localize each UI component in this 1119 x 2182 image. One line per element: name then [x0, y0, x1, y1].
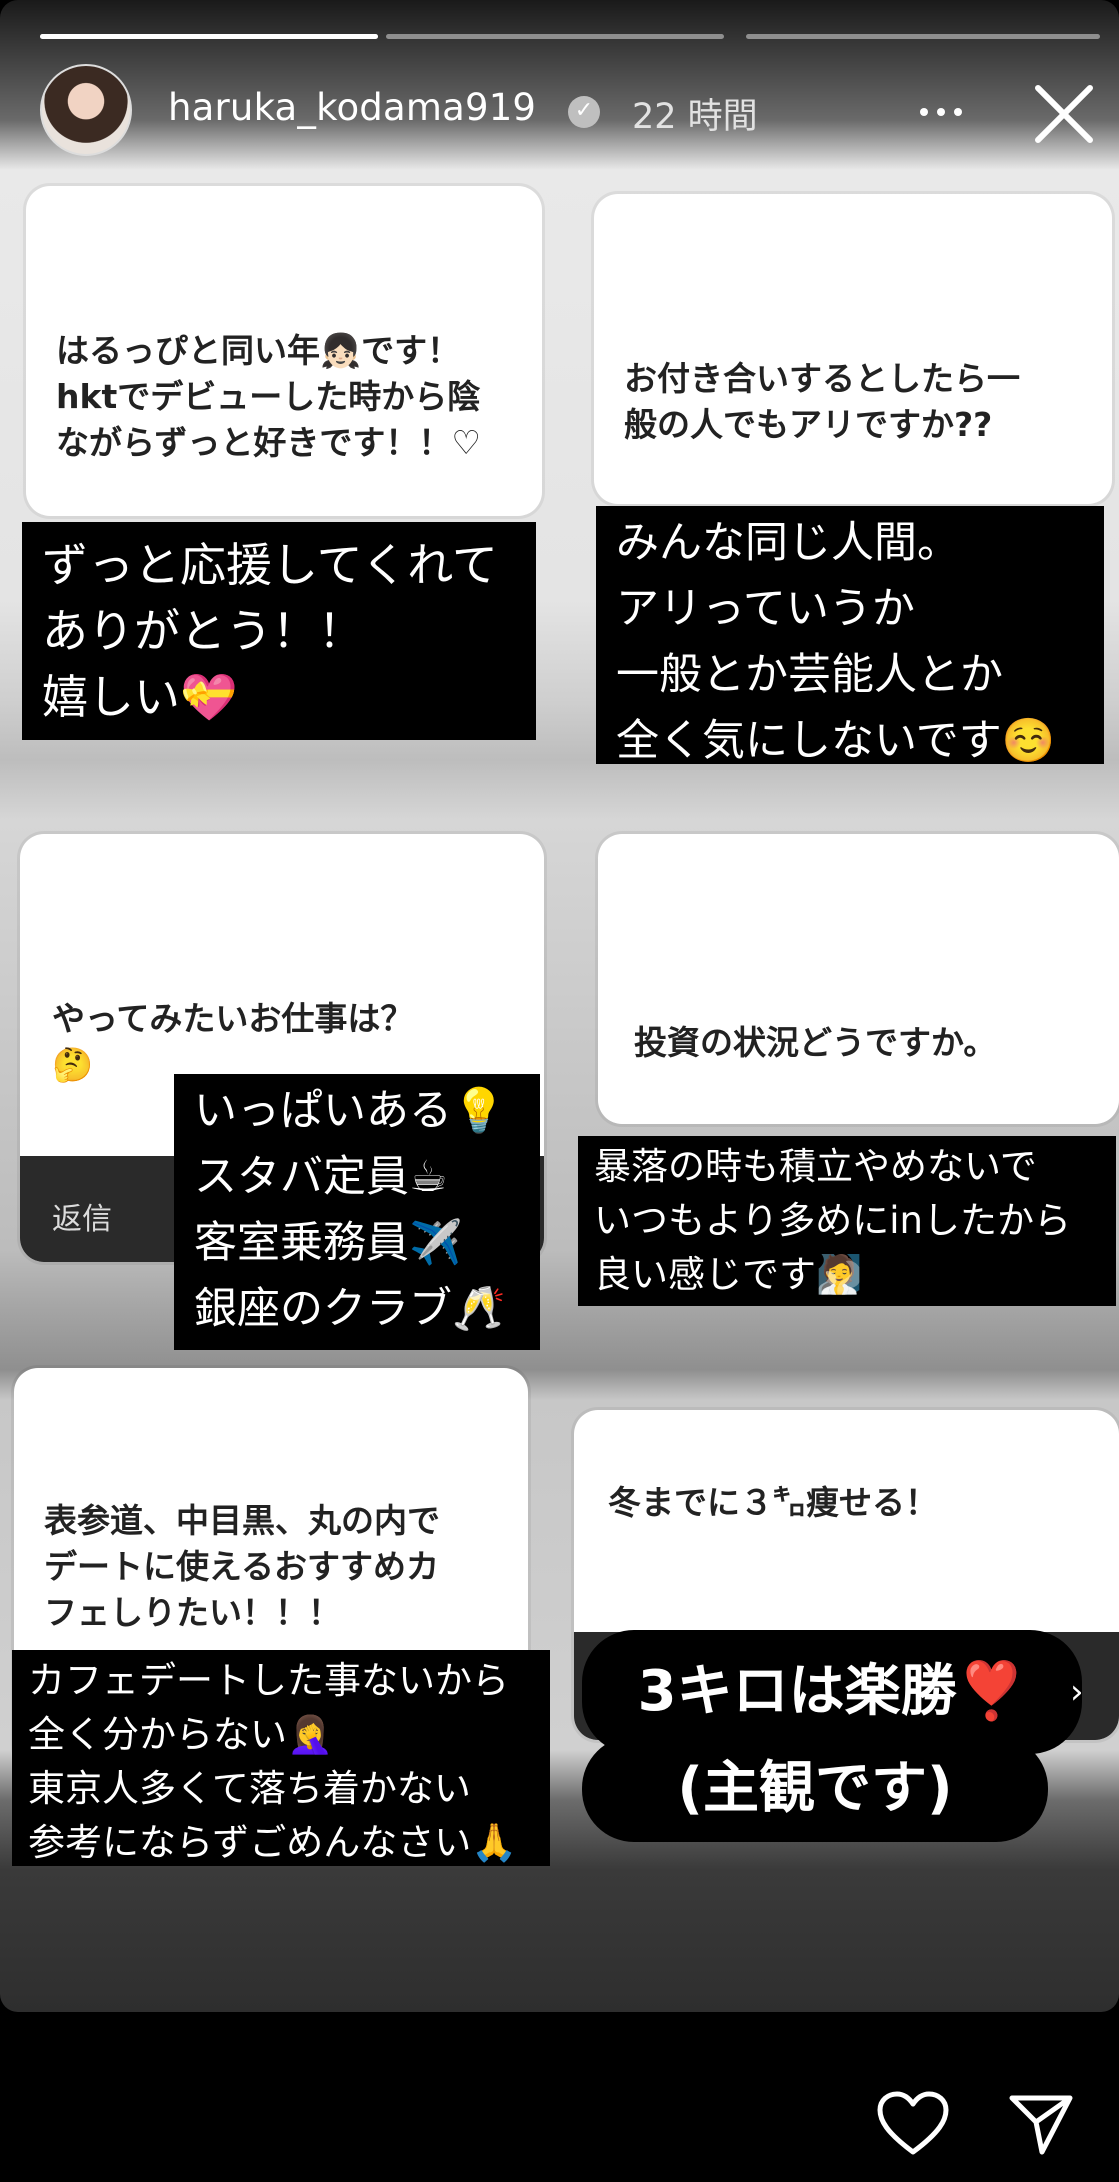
question-card: お付き合いするとしたら一 般の人でもアリですか??	[594, 194, 1112, 504]
answer-line: 東京人多くて落ち着かない	[28, 1767, 471, 1810]
question-line: 般の人でもアリですか??	[624, 405, 993, 444]
more-icon[interactable]	[920, 108, 962, 116]
answer-caption: カフェデートした事ないから 全く分からない🤦‍♀️ 東京人多くて落ち着かない 参…	[12, 1650, 550, 1866]
answer-line: スタバ定員☕	[194, 1152, 448, 1202]
question-line: お付き合いするとしたら一	[624, 359, 1020, 398]
answer-line: いっぱいある💡	[194, 1086, 506, 1136]
progress-bar-segment-2	[386, 34, 724, 39]
avatar[interactable]	[40, 64, 132, 156]
answer-line: 参考にならずごめんなさい🙏	[28, 1821, 518, 1864]
question-line: やってみたいお仕事は？	[52, 999, 414, 1038]
chevron-right-icon: ›	[1070, 1672, 1084, 1712]
verified-badge-icon	[568, 96, 600, 128]
answer-caption: ずっと応援してくれて ありがとう！！ 嬉しい💝	[22, 522, 536, 740]
answer-caption: いっぱいある💡 スタバ定員☕ 客室乗務員✈️ 銀座のクラブ🥂	[174, 1074, 540, 1350]
question-text: 冬までに３㌔痩せる！	[608, 1480, 938, 1526]
answer-line: 3キロは楽勝❣️	[637, 1659, 1027, 1724]
answer-caption: みんな同じ人間。 アリっていうか 一般とか芸能人とか 全く気にしないです☺️	[596, 506, 1104, 766]
answer-line: 一般とか芸能人とか	[616, 650, 1003, 700]
answer-line: ありがとう！！	[42, 604, 364, 658]
progress-fill	[40, 34, 378, 39]
answer-line: 全く分からない🤦‍♀️	[28, 1713, 334, 1756]
question-text: お付き合いするとしたら一 般の人でもアリですか??	[624, 356, 1020, 448]
question-line: 投資の状況どうですか。	[634, 1023, 997, 1062]
time-ago: 22 時間	[632, 97, 758, 137]
question-line: フェしりたい！！！	[44, 1593, 341, 1632]
close-icon[interactable]	[1032, 82, 1096, 146]
question-text: 表参道、中目黒、丸の内で デートに使えるおすすめカ フェしりたい！！！	[44, 1498, 440, 1636]
send-icon[interactable]	[1006, 2090, 1076, 2158]
answer-line: 嬉しい💝	[42, 670, 238, 724]
answer-caption: 暴落の時も積立やめないで いつもより多めにinしたから 良い感じです🧖	[578, 1136, 1116, 1306]
question-text: はるっぴと同い年👧🏻です！ hktでデビューした時から陰 ながらずっと好きです！…	[56, 328, 481, 466]
question-card: はるっぴと同い年👧🏻です！ hktでデビューした時から陰 ながらずっと好きです！…	[26, 186, 542, 516]
answer-caption: (主観です)	[582, 1736, 1048, 1842]
question-line: 冬までに３㌔痩せる！	[608, 1483, 938, 1522]
username[interactable]: haruka_kodama919	[168, 86, 536, 129]
answer-line: 暴落の時も積立やめないで	[594, 1145, 1037, 1188]
question-text: 投資の状況どうですか。	[634, 1020, 996, 1066]
answer-line: 良い感じです🧖	[594, 1253, 863, 1296]
reply-label[interactable]: 返信	[52, 1194, 112, 1238]
answer-line: 全く気にしないです☺️	[616, 716, 1056, 766]
progress-bar-segment-1	[40, 34, 378, 39]
progress-bar-segment-3	[746, 34, 1100, 39]
answer-line: アリっていうか	[616, 584, 915, 634]
answer-line: ずっと応援してくれて	[42, 538, 498, 592]
question-card: 投資の状況どうですか。	[598, 834, 1119, 1124]
question-line: デートに使えるおすすめカ	[44, 1547, 440, 1586]
heart-icon[interactable]	[876, 2090, 950, 2158]
answer-line: 銀座のクラブ🥂	[194, 1284, 506, 1334]
answer-line: カフェデートした事ないから	[28, 1659, 509, 1702]
answer-line: みんな同じ人間。	[616, 518, 960, 568]
answer-line: いつもより多めにinしたから	[594, 1199, 1071, 1242]
question-line: hktでデビューした時から陰	[56, 377, 481, 416]
question-line: ながらずっと好きです！！♡	[56, 423, 481, 462]
answer-line: (主観です)	[677, 1756, 953, 1821]
question-line: はるっぴと同い年👧🏻です！	[56, 331, 461, 370]
story-viewer: haruka_kodama919 22 時間 はるっぴと同い年👧🏻です！ hkt…	[0, 0, 1119, 2012]
answer-line: 客室乗務員✈️	[194, 1218, 463, 1268]
question-line: 表参道、中目黒、丸の内で	[44, 1501, 440, 1540]
